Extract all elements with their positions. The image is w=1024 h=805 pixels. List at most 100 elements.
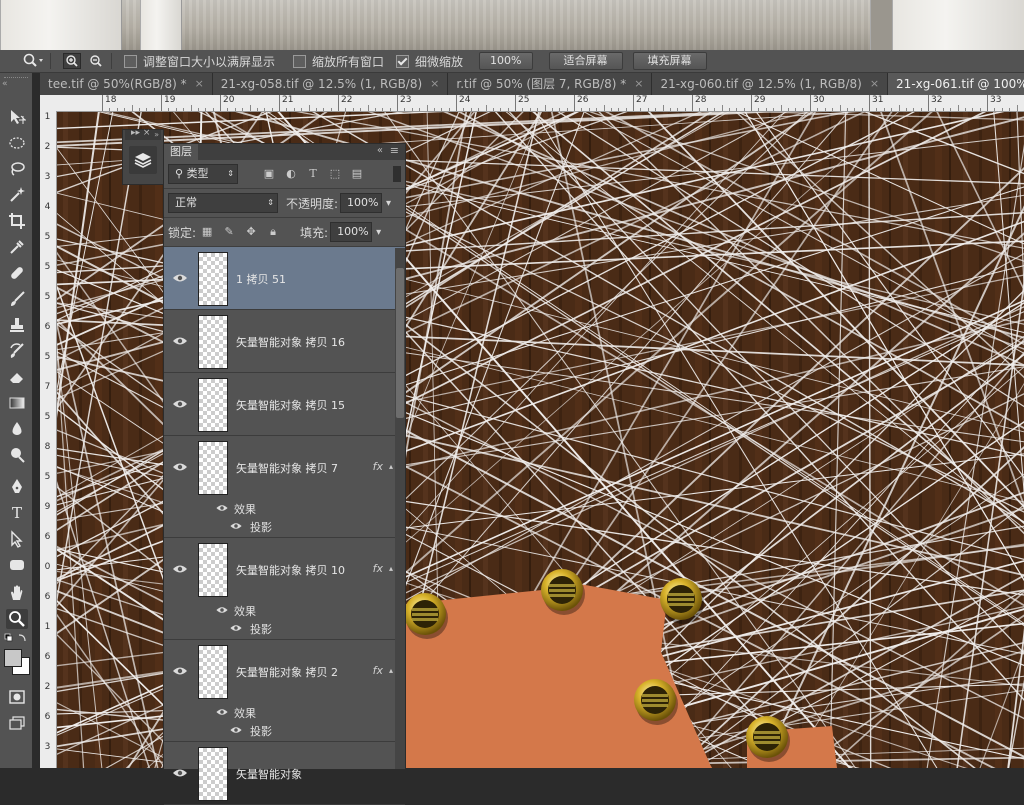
drop-shadow-visibility-icon[interactable]: [230, 725, 243, 735]
opacity-input[interactable]: 100%: [340, 193, 382, 213]
close-tab-icon[interactable]: ×: [430, 73, 439, 95]
scrollbar-thumb[interactable]: [396, 268, 404, 418]
eraser-tool[interactable]: [6, 367, 28, 387]
opacity-dropdown-icon[interactable]: ▾: [386, 198, 391, 209]
zoom-100-button[interactable]: 100%: [479, 52, 532, 70]
move-tool[interactable]: [6, 107, 28, 127]
adjustment-filter-icon[interactable]: ◐: [284, 168, 298, 180]
lock-transparency-icon[interactable]: ▦: [200, 226, 214, 238]
filter-toggle[interactable]: [393, 166, 401, 182]
fill-dropdown-icon[interactable]: ▾: [376, 227, 381, 238]
close-tab-icon[interactable]: ×: [634, 73, 643, 95]
lasso-tool[interactable]: [6, 159, 28, 179]
marquee-tool[interactable]: [6, 133, 28, 153]
document-tab[interactable]: tee.tif @ 50%(RGB/8) *×: [40, 73, 213, 95]
type-tool[interactable]: T: [6, 503, 28, 523]
visibility-eye-icon[interactable]: [172, 335, 188, 347]
smart-object-filter-icon[interactable]: ▤: [350, 168, 364, 180]
layer-row[interactable]: 矢量智能对象 拷贝 15: [164, 373, 405, 436]
blur-tool[interactable]: [6, 419, 28, 439]
close-tab-icon[interactable]: ×: [870, 73, 879, 95]
horizontal-ruler[interactable]: 18192021222324252627282930313233: [40, 95, 1024, 112]
visibility-eye-icon[interactable]: [172, 665, 188, 677]
layer-thumbnail[interactable]: [198, 441, 228, 495]
checkbox-box[interactable]: [293, 55, 306, 68]
zoom-in-button[interactable]: [63, 53, 81, 69]
fx-icon[interactable]: fx: [373, 664, 383, 677]
layer-thumbnail[interactable]: [198, 747, 228, 801]
visibility-eye-icon[interactable]: [172, 563, 188, 575]
layer-row[interactable]: 矢量智能对象 拷贝 7 fx ▴ 效果投影: [164, 436, 405, 538]
filter-kind-select[interactable]: ⚲ 类型⇕: [168, 164, 238, 184]
drop-shadow-label[interactable]: 投影: [250, 519, 272, 535]
layer-row[interactable]: 矢量智能对象 拷贝 2fx▴效果投影: [164, 640, 405, 742]
fx-icon[interactable]: fx: [373, 460, 383, 473]
visibility-eye-icon[interactable]: [172, 767, 188, 779]
crop-tool[interactable]: [6, 211, 28, 231]
layers-panel-button[interactable]: [129, 146, 157, 174]
panel-menu-icon[interactable]: ≡: [390, 144, 399, 157]
lock-position-icon[interactable]: ✥: [244, 226, 258, 238]
document-tab-active[interactable]: 21-xg-061.tif @ 100% (1 拷贝 51, RGB/8): [888, 73, 1024, 95]
layer-thumbnail[interactable]: [198, 252, 228, 306]
healing-brush-tool[interactable]: [6, 263, 28, 283]
dodge-tool[interactable]: [6, 445, 28, 465]
fill-screen-button[interactable]: 填充屏幕: [633, 52, 707, 70]
zoom-all-windows-checkbox[interactable]: 缩放所有窗口: [293, 53, 384, 70]
layer-thumbnail[interactable]: [198, 543, 228, 597]
layer-row[interactable]: 矢量智能对象 拷贝 10fx▴效果投影: [164, 538, 405, 640]
expand-effects-icon[interactable]: ▴: [389, 564, 393, 573]
effects-label[interactable]: 效果: [234, 501, 256, 517]
drop-shadow-label[interactable]: 投影: [250, 621, 272, 637]
zoom-tool[interactable]: [6, 609, 28, 629]
gradient-tool[interactable]: [6, 393, 28, 413]
panel-close-icons[interactable]: ▸▸ ×: [131, 128, 161, 138]
zoom-out-button[interactable]: [87, 53, 105, 69]
shape-tool[interactable]: [6, 555, 28, 575]
layer-name[interactable]: 1 拷贝 51: [236, 271, 286, 287]
fx-icon[interactable]: fx: [373, 562, 383, 575]
shape-filter-icon[interactable]: ⬚: [328, 168, 342, 180]
type-filter-icon[interactable]: T: [306, 168, 320, 180]
visibility-eye-icon[interactable]: [172, 398, 188, 410]
document-tab[interactable]: r.tif @ 50% (图层 7, RGB/8) *×: [448, 73, 652, 95]
checkbox-box[interactable]: [396, 55, 409, 68]
visibility-eye-icon[interactable]: [172, 461, 188, 473]
effects-visibility-icon[interactable]: [216, 503, 229, 513]
drop-shadow-visibility-icon[interactable]: [230, 623, 243, 633]
scrubby-zoom-checkbox[interactable]: 细微缩放: [396, 53, 463, 70]
layer-row[interactable]: 矢量智能对象: [164, 742, 405, 805]
resize-windows-checkbox[interactable]: 调整窗口大小以满屏显示: [124, 53, 275, 70]
foreground-color-swatch[interactable]: [4, 649, 22, 667]
layer-thumbnail[interactable]: [198, 315, 228, 369]
eyedropper-tool[interactable]: [6, 237, 28, 257]
layers-scrollbar[interactable]: [395, 248, 405, 769]
visibility-eye-icon[interactable]: [172, 272, 188, 284]
zoom-tool-preset[interactable]: [22, 53, 44, 69]
collapse-toolbar-icon[interactable]: «: [2, 79, 8, 89]
magic-wand-tool[interactable]: [6, 185, 28, 205]
clone-stamp-tool[interactable]: [6, 315, 28, 335]
effects-visibility-icon[interactable]: [216, 707, 229, 717]
layer-name[interactable]: 矢量智能对象 拷贝 16: [236, 334, 345, 350]
quick-mask-button[interactable]: [6, 687, 28, 707]
expand-effects-icon[interactable]: ▴: [389, 666, 393, 675]
layer-name[interactable]: 矢量智能对象 拷贝 7: [236, 460, 338, 476]
layers-panel-title[interactable]: 图层: [164, 144, 198, 160]
vertical-ruler[interactable]: 1234555657585960616263: [40, 111, 57, 768]
history-brush-tool[interactable]: [6, 341, 28, 361]
toolbar-grip[interactable]: [4, 77, 28, 82]
drop-shadow-label[interactable]: 投影: [250, 723, 272, 739]
blend-mode-select[interactable]: 正常⇕: [168, 193, 278, 213]
layer-thumbnail[interactable]: [198, 378, 228, 432]
hand-tool[interactable]: [6, 583, 28, 603]
checkbox-box[interactable]: [124, 55, 137, 68]
layer-thumbnail[interactable]: [198, 645, 228, 699]
default-colors-icon[interactable]: [4, 633, 28, 648]
layer-row[interactable]: 矢量智能对象 拷贝 16: [164, 310, 405, 373]
drop-shadow-visibility-icon[interactable]: [230, 521, 243, 531]
effects-label[interactable]: 效果: [234, 705, 256, 721]
collapse-panel-icon[interactable]: «: [377, 145, 383, 156]
path-selection-tool[interactable]: [6, 529, 28, 549]
expand-effects-icon[interactable]: ▴: [389, 462, 393, 471]
